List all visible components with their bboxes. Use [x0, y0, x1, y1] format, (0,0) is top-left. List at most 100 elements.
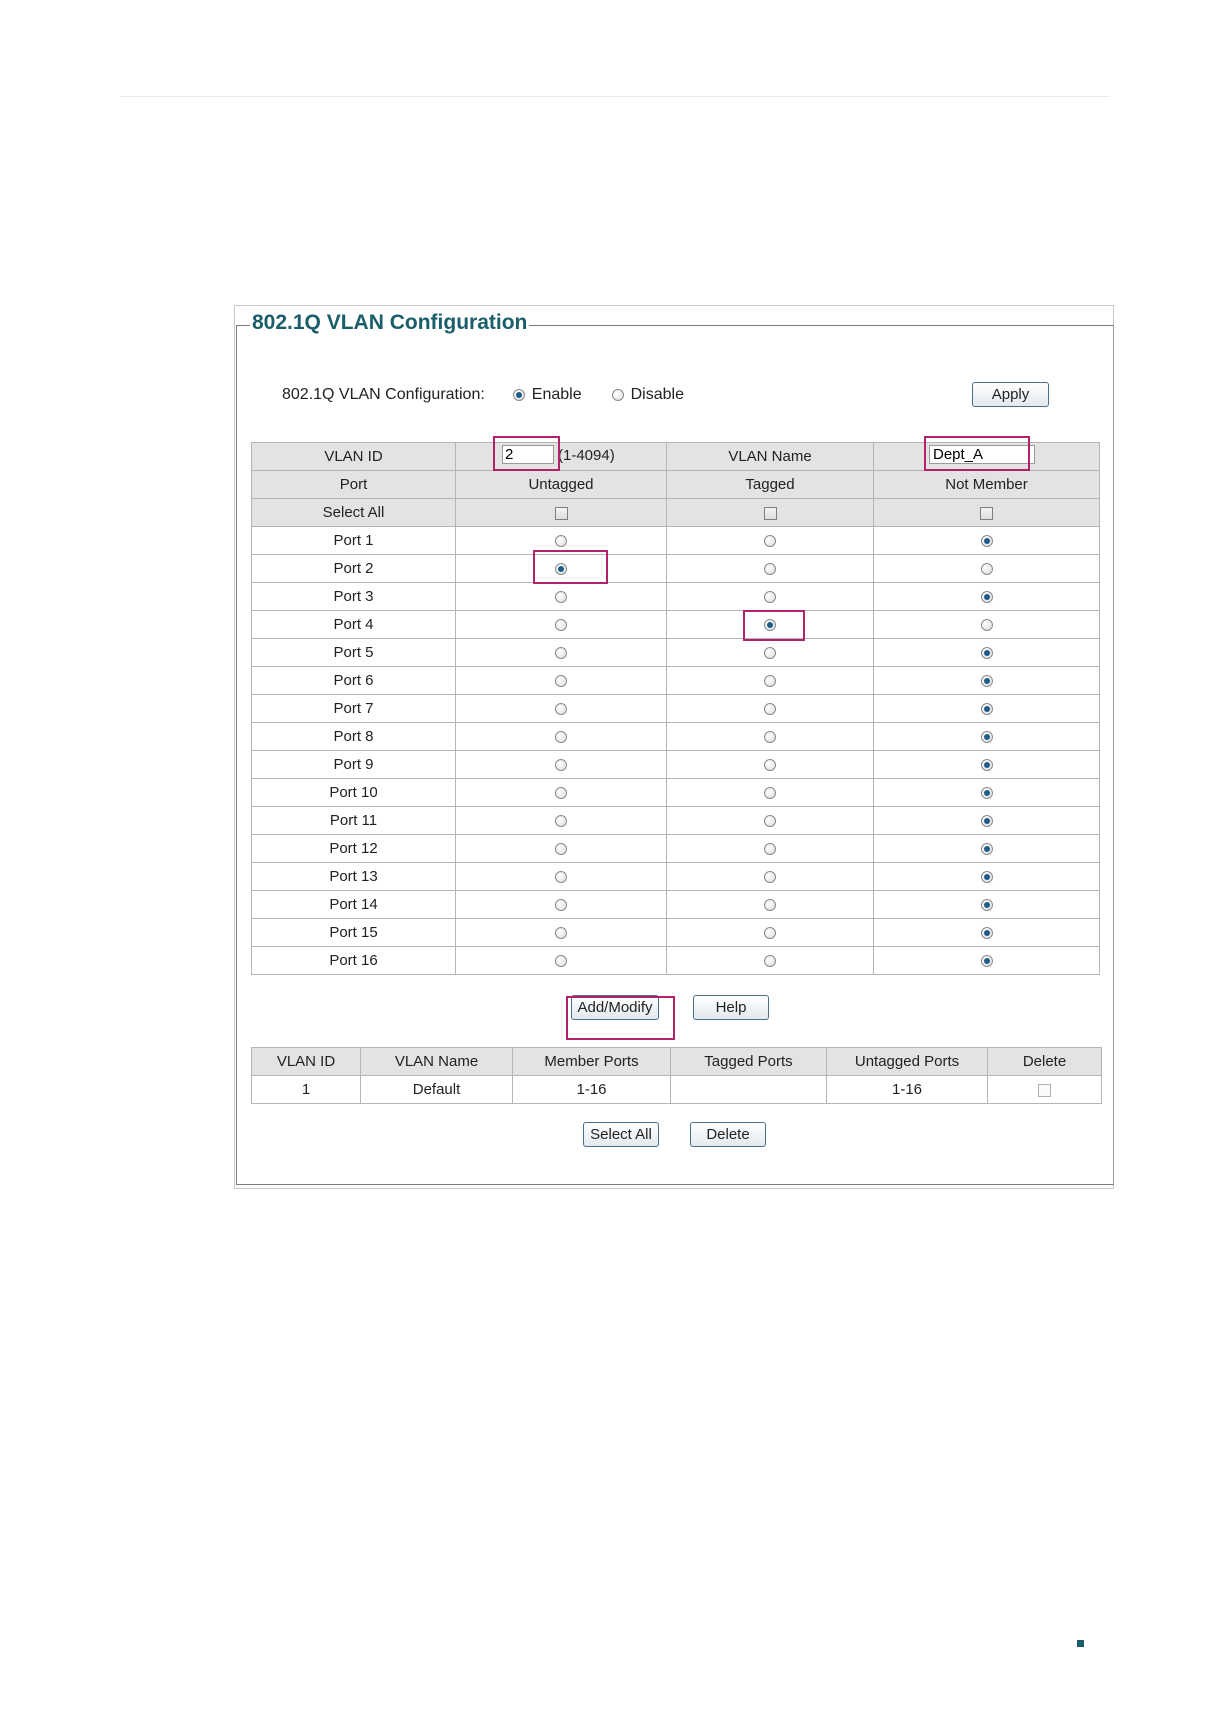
port-tagged-radio[interactable] [764, 955, 776, 968]
port-tagged-radio[interactable] [764, 843, 776, 856]
port-row: Port 2 [251, 554, 1100, 583]
delete-row-checkbox[interactable] [1038, 1083, 1051, 1097]
select-all-not-member-checkbox[interactable] [980, 506, 993, 520]
table-row: 1 Default 1-16 1-16 [251, 1075, 1102, 1104]
member-ports-value: 1-16 [512, 1075, 671, 1104]
port-tagged-radio[interactable] [764, 675, 776, 688]
port-name: Port 3 [251, 582, 456, 611]
port-row: Port 1 [251, 526, 1100, 555]
port-not-member-radio[interactable] [980, 591, 993, 604]
port-untagged-radio[interactable] [555, 927, 567, 940]
col-untagged-header: Untagged [455, 470, 667, 499]
port-tagged-radio[interactable] [764, 563, 776, 576]
port-not-member-radio[interactable] [980, 703, 993, 716]
port-not-member-radio[interactable] [980, 731, 993, 744]
port-tagged-radio[interactable] [764, 731, 776, 744]
page-marker [1077, 1640, 1084, 1647]
port-untagged-radio[interactable] [555, 899, 567, 912]
port-untagged-radio[interactable] [555, 563, 567, 576]
delete-button[interactable]: Delete [690, 1122, 766, 1147]
enable-radio[interactable] [512, 389, 525, 401]
help-button[interactable]: Help [693, 995, 769, 1020]
port-untagged-radio[interactable] [555, 591, 567, 604]
port-tagged-radio[interactable] [764, 535, 776, 548]
port-untagged-radio[interactable] [555, 787, 567, 800]
port-tagged-radio[interactable] [764, 619, 776, 632]
vlan-name-value: Default [360, 1075, 513, 1104]
select-all-tagged-checkbox[interactable] [763, 506, 777, 520]
vlan-list-header-cell: VLAN Name [360, 1047, 513, 1076]
port-membership-table: VLAN ID VLAN Name Port Untagged Tagged N… [251, 442, 1100, 975]
port-tagged-radio[interactable] [764, 759, 776, 772]
port-untagged-radio[interactable] [555, 843, 567, 856]
port-not-member-radio[interactable] [980, 759, 993, 772]
enable-option[interactable]: Enable [512, 386, 582, 404]
port-row: Port 16 [251, 946, 1100, 975]
port-not-member-radio[interactable] [980, 815, 993, 828]
port-tagged-radio[interactable] [764, 815, 776, 828]
vlan-name-input[interactable] [929, 445, 1035, 464]
port-untagged-radio[interactable] [555, 535, 567, 548]
vlan-list-header-cell: Untagged Ports [826, 1047, 988, 1076]
port-untagged-radio[interactable] [555, 619, 567, 632]
port-name: Port 11 [251, 806, 456, 835]
select-all-button[interactable]: Select All [583, 1122, 659, 1147]
port-not-member-radio[interactable] [980, 675, 993, 688]
enable-label: Enable [531, 386, 582, 403]
port-not-member-radio[interactable] [980, 647, 993, 660]
port-not-member-radio[interactable] [980, 955, 993, 968]
vlan-id-range-hint: (1-4094) [558, 447, 615, 464]
vlan-id-value: 1 [251, 1075, 361, 1104]
port-rows: Port 1 Port 2 Port 3 Port 4 Port 5 Port 6 Port… [251, 526, 1100, 975]
vlan-list-header-cell: Delete [987, 1047, 1102, 1076]
port-row: Port 11 [251, 806, 1100, 835]
port-name: Port 7 [251, 694, 456, 723]
port-untagged-radio[interactable] [555, 703, 567, 716]
port-tagged-radio[interactable] [764, 871, 776, 884]
col-not-member-header: Not Member [873, 470, 1100, 499]
port-row: Port 10 [251, 778, 1100, 807]
port-not-member-radio[interactable] [980, 843, 993, 856]
vlan-list-header-cell: VLAN ID [251, 1047, 361, 1076]
port-untagged-radio[interactable] [555, 675, 567, 688]
vlan-id-input[interactable] [502, 445, 554, 464]
port-not-member-radio[interactable] [980, 871, 993, 884]
port-not-member-radio[interactable] [980, 619, 993, 632]
disable-option[interactable]: Disable [611, 386, 684, 404]
port-name: Port 12 [251, 834, 456, 863]
port-untagged-radio[interactable] [555, 759, 567, 772]
select-all-label: Select All [251, 498, 456, 527]
vlan-mode-label: 802.1Q VLAN Configuration: [282, 386, 485, 403]
port-untagged-radio[interactable] [555, 955, 567, 968]
select-all-untagged-checkbox[interactable] [554, 506, 568, 520]
port-tagged-radio[interactable] [764, 647, 776, 660]
port-name: Port 1 [251, 526, 456, 555]
disable-radio[interactable] [611, 389, 624, 401]
panel-title: 802.1Q VLAN Configuration [250, 311, 530, 335]
port-name: Port 13 [251, 862, 456, 891]
port-untagged-radio[interactable] [555, 871, 567, 884]
port-untagged-radio[interactable] [555, 815, 567, 828]
port-row: Port 9 [251, 750, 1100, 779]
port-not-member-radio[interactable] [980, 535, 993, 548]
port-untagged-radio[interactable] [555, 647, 567, 660]
port-not-member-radio[interactable] [980, 899, 993, 912]
tagged-ports-value [670, 1075, 827, 1104]
port-untagged-radio[interactable] [555, 731, 567, 744]
vlan-mode-row: 802.1Q VLAN Configuration: Enable Disabl… [282, 386, 714, 404]
select-all-row: Select All [251, 498, 1100, 527]
add-modify-button[interactable]: Add/Modify [571, 995, 659, 1020]
port-row: Port 15 [251, 918, 1100, 947]
port-tagged-radio[interactable] [764, 787, 776, 800]
port-tagged-radio[interactable] [764, 927, 776, 940]
port-not-member-radio[interactable] [980, 563, 993, 576]
port-not-member-radio[interactable] [980, 787, 993, 800]
port-not-member-radio[interactable] [980, 927, 993, 940]
port-tagged-radio[interactable] [764, 899, 776, 912]
port-name: Port 9 [251, 750, 456, 779]
port-tagged-radio[interactable] [764, 703, 776, 716]
port-name: Port 6 [251, 666, 456, 695]
port-row: Port 6 [251, 666, 1100, 695]
port-tagged-radio[interactable] [764, 591, 776, 604]
apply-button[interactable]: Apply [972, 382, 1049, 407]
